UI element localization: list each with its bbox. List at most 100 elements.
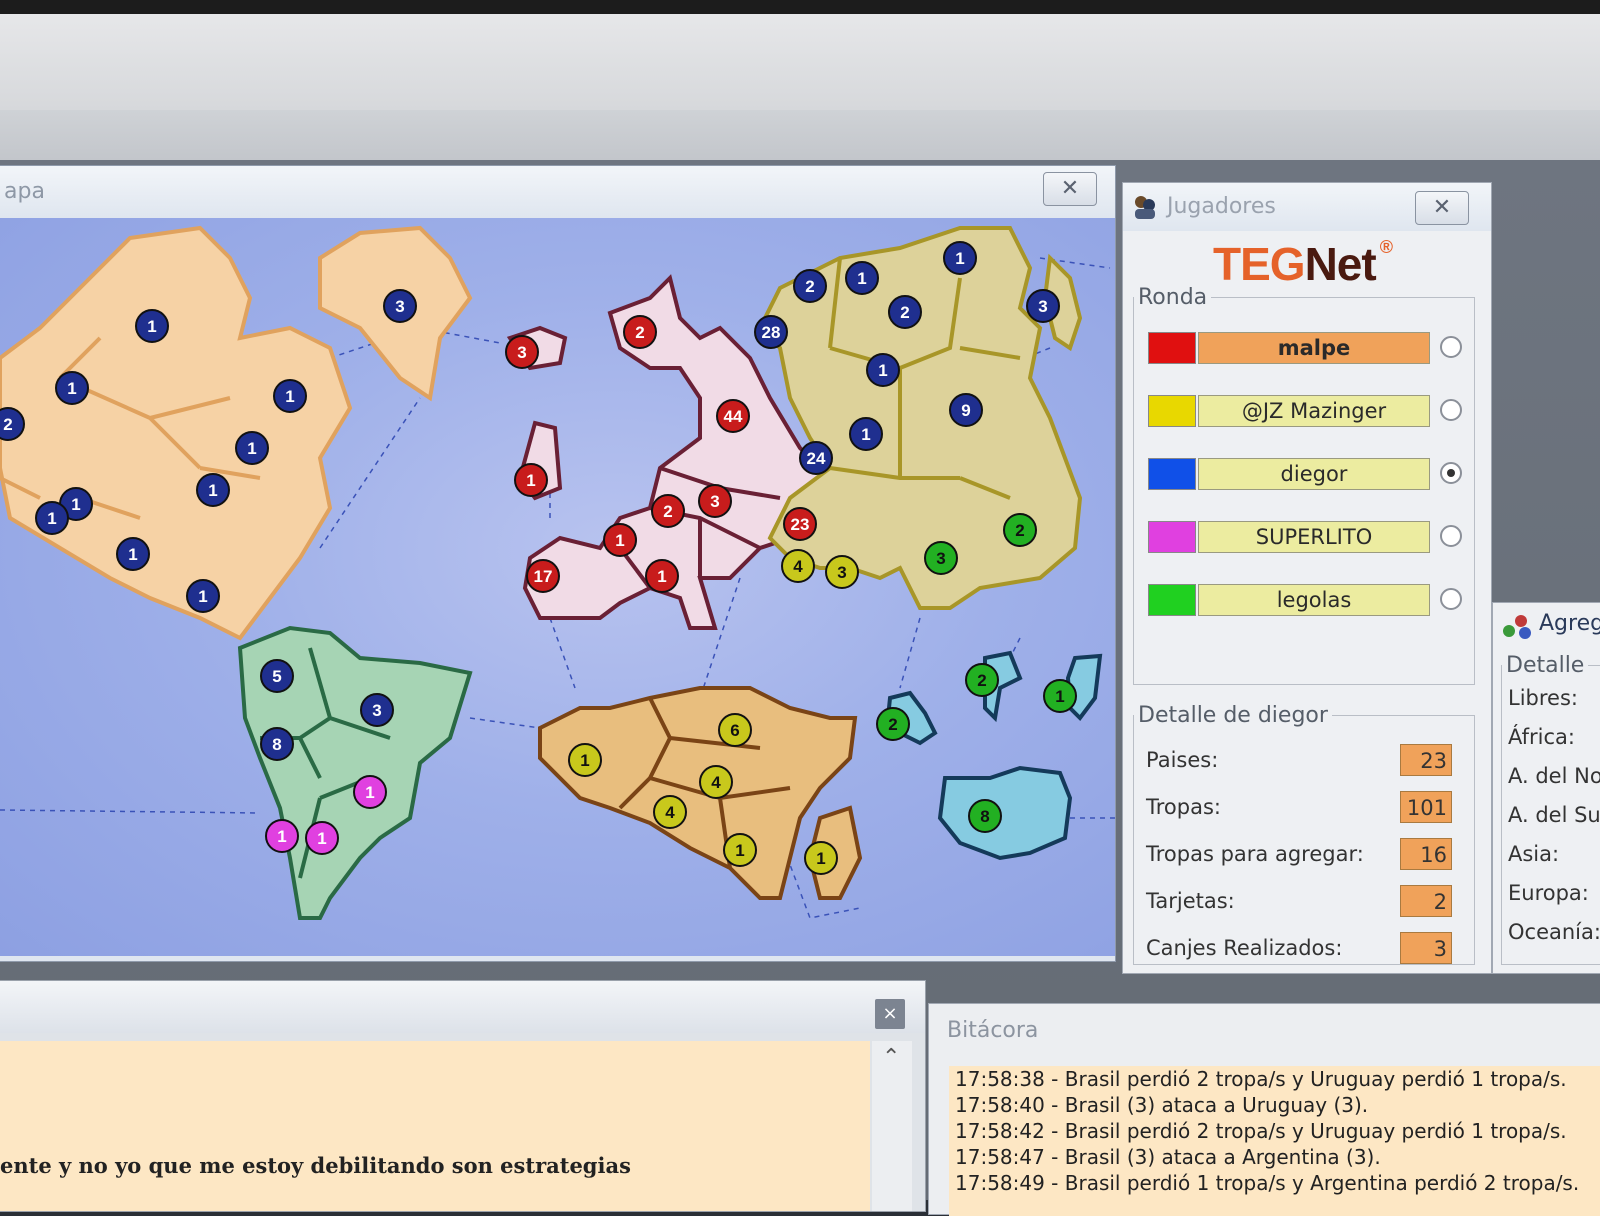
detail-row: Tropas: 101 xyxy=(1146,791,1466,827)
army-marker[interactable]: 44 xyxy=(716,399,750,433)
army-marker[interactable]: 1 xyxy=(514,463,548,497)
army-marker[interactable]: 8 xyxy=(968,799,1002,833)
player-turn-radio[interactable] xyxy=(1440,399,1462,421)
army-marker[interactable]: 5 xyxy=(260,659,294,693)
army-marker[interactable]: 2 xyxy=(623,315,657,349)
player-row[interactable]: malpe xyxy=(1148,330,1468,364)
army-marker[interactable]: 1 xyxy=(645,559,679,593)
army-marker[interactable]: 1 xyxy=(943,241,977,275)
army-marker[interactable]: 2 xyxy=(793,269,827,303)
army-count: 3 xyxy=(517,343,526,362)
player-turn-radio[interactable] xyxy=(1440,462,1462,484)
chat-title-bar xyxy=(0,981,925,1033)
log-messages[interactable]: 17:58:38 - Brasil perdió 2 tropa/s y Uru… xyxy=(949,1066,1600,1216)
add-detail-item: África: xyxy=(1508,725,1575,749)
army-marker[interactable]: 1 xyxy=(305,821,339,855)
army-marker[interactable]: 1 xyxy=(845,261,879,295)
army-count: 3 xyxy=(710,492,719,511)
army-count: 1 xyxy=(615,531,624,550)
army-count: 8 xyxy=(272,735,281,754)
map-close-button[interactable]: ✕ xyxy=(1043,172,1097,206)
close-icon: ✕ xyxy=(1432,195,1452,220)
army-marker[interactable]: 9 xyxy=(949,393,983,427)
army-marker[interactable]: 1 xyxy=(353,775,387,809)
army-marker[interactable]: 1 xyxy=(568,743,602,777)
detail-legend: Detalle de diegor xyxy=(1138,703,1328,728)
detail-label: Tropas: xyxy=(1146,795,1221,819)
army-marker[interactable]: 3 xyxy=(825,555,859,589)
army-marker[interactable]: 24 xyxy=(799,441,833,475)
map-window: apa ✕ 1 1 1 2 1 1 1 1 1 1 3 5 3 8 1 1 1 … xyxy=(0,165,1116,962)
army-marker[interactable]: 1 xyxy=(265,819,299,853)
army-marker[interactable]: 1 xyxy=(849,417,883,451)
army-marker[interactable]: 2 xyxy=(651,494,685,528)
army-marker[interactable]: 4 xyxy=(699,765,733,799)
player-turn-radio[interactable] xyxy=(1440,336,1462,358)
add-detail-item: Europa: xyxy=(1508,881,1589,905)
army-marker[interactable]: 1 xyxy=(1043,679,1077,713)
scroll-up-icon[interactable]: ⌃ xyxy=(882,1045,900,1070)
players-window: Jugadores ✕ TEGNet ® Ronda malpe @JZ Mazin… xyxy=(1122,182,1492,974)
army-marker[interactable]: 1 xyxy=(186,579,220,613)
army-count: 28 xyxy=(762,323,781,342)
chat-close-button[interactable]: × xyxy=(875,999,905,1029)
chat-scrollbar[interactable]: ⌃ xyxy=(872,1041,912,1211)
detail-label: Tarjetas: xyxy=(1146,889,1235,913)
army-marker[interactable]: 1 xyxy=(273,379,307,413)
army-marker[interactable]: 2 xyxy=(888,295,922,329)
army-count: 23 xyxy=(791,515,810,534)
army-marker[interactable]: 3 xyxy=(924,541,958,575)
army-marker[interactable]: 3 xyxy=(505,335,539,369)
army-marker[interactable]: 8 xyxy=(260,727,294,761)
army-marker[interactable]: 1 xyxy=(116,537,150,571)
world-map-canvas[interactable]: 11 12111111353811 13214423117 1232 11282 3191… xyxy=(0,218,1115,956)
army-count: 1 xyxy=(857,269,866,288)
army-marker[interactable]: 4 xyxy=(653,795,687,829)
army-marker[interactable]: 1 xyxy=(135,309,169,343)
army-marker[interactable]: 1 xyxy=(55,371,89,405)
army-marker[interactable]: 1 xyxy=(196,473,230,507)
army-marker[interactable]: 4 xyxy=(781,549,815,583)
army-marker[interactable]: 2 xyxy=(0,407,25,441)
army-marker[interactable]: 3 xyxy=(383,289,417,323)
army-count: 1 xyxy=(198,587,207,606)
detail-value: 101 xyxy=(1400,791,1452,823)
army-count: 1 xyxy=(128,545,137,564)
army-count: 1 xyxy=(657,567,666,586)
army-marker[interactable]: 1 xyxy=(35,501,69,535)
army-marker[interactable]: 3 xyxy=(1026,289,1060,323)
army-marker[interactable]: 3 xyxy=(698,484,732,518)
army-marker[interactable]: 2 xyxy=(876,707,910,741)
log-line: 17:58:49 - Brasil perdió 1 tropa/s y Arg… xyxy=(955,1171,1580,1195)
players-close-button[interactable]: ✕ xyxy=(1415,191,1469,225)
army-marker[interactable]: 6 xyxy=(718,713,752,747)
army-marker[interactable]: 1 xyxy=(723,833,757,867)
army-marker[interactable]: 2 xyxy=(1003,513,1037,547)
player-row[interactable]: legolas xyxy=(1148,582,1468,616)
player-turn-radio[interactable] xyxy=(1440,525,1462,547)
player-row[interactable]: @JZ Mazinger xyxy=(1148,393,1468,427)
detail-label: Paises: xyxy=(1146,748,1219,772)
chat-message-line: ente y no yo que me estoy debilitando so… xyxy=(0,1153,631,1178)
army-marker[interactable]: 1 xyxy=(866,353,900,387)
army-marker[interactable]: 1 xyxy=(804,841,838,875)
army-marker[interactable]: 3 xyxy=(360,693,394,727)
log-line: 17:58:40 - Brasil (3) ataca a Uruguay (3… xyxy=(955,1093,1369,1117)
player-color-swatch xyxy=(1148,332,1196,364)
army-marker[interactable]: 28 xyxy=(754,315,788,349)
add-detail-item: Asia: xyxy=(1508,842,1560,866)
army-marker[interactable]: 23 xyxy=(783,507,817,541)
army-count: 1 xyxy=(861,425,870,444)
army-marker[interactable]: 2 xyxy=(965,663,999,697)
army-marker[interactable]: 1 xyxy=(235,431,269,465)
army-marker[interactable]: 17 xyxy=(526,559,560,593)
army-count: 2 xyxy=(888,715,897,734)
world-map[interactable]: 1 1 1 2 1 1 1 1 1 1 3 5 3 8 1 1 1 3 2 1 44 2 3 1 17 1 23 2 1 1 28 2 3 1 9 1… xyxy=(0,218,1115,956)
army-count: 3 xyxy=(936,549,945,568)
chat-messages[interactable]: ente y no yo que me estoy debilitando so… xyxy=(0,1041,870,1211)
player-name: legolas xyxy=(1198,584,1430,616)
player-turn-radio[interactable] xyxy=(1440,588,1462,610)
army-marker[interactable]: 1 xyxy=(603,523,637,557)
player-row[interactable]: diegor xyxy=(1148,456,1468,490)
player-row[interactable]: SUPERLITO xyxy=(1148,519,1468,553)
